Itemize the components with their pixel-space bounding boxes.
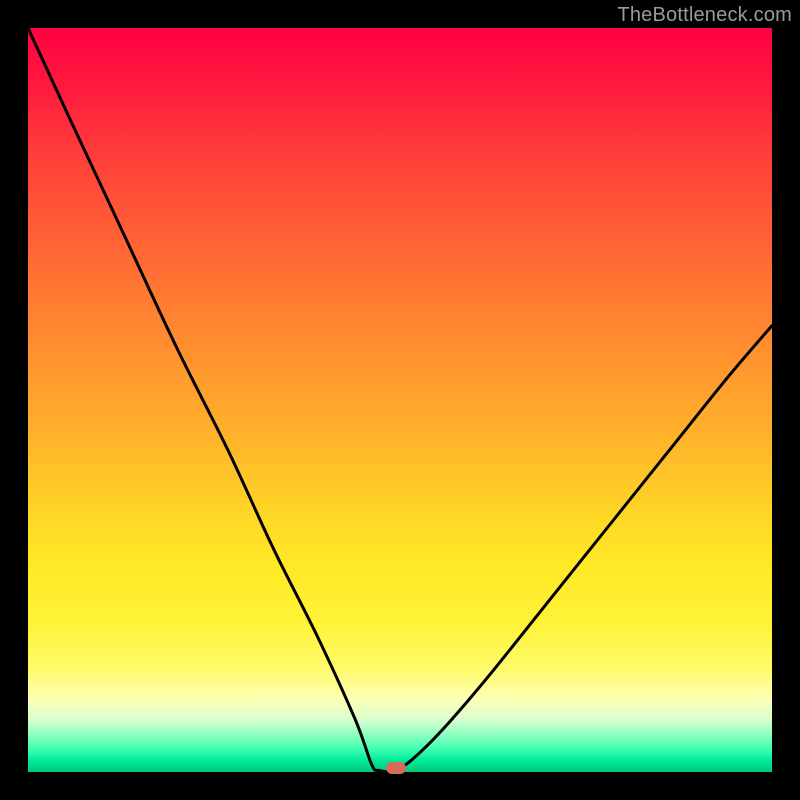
bottleneck-curve: [28, 28, 772, 772]
plot-area: [28, 28, 772, 772]
watermark-text: TheBottleneck.com: [617, 4, 792, 27]
curve-layer: [28, 28, 772, 772]
optimum-marker: [386, 762, 406, 774]
chart-frame: TheBottleneck.com: [0, 0, 800, 800]
